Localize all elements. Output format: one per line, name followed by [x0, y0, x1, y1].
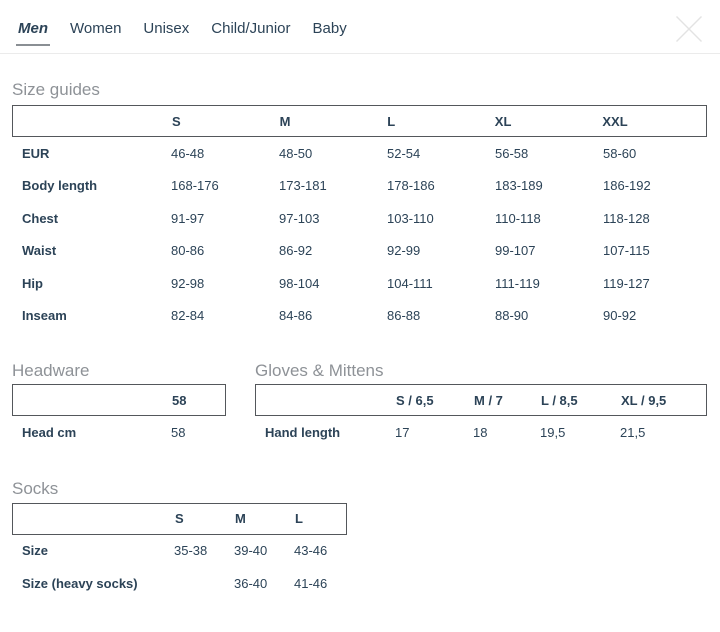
table-cell: 41-46 — [290, 576, 347, 591]
table-cell: 178-186 — [383, 178, 491, 193]
table-cell: 84-86 — [275, 308, 383, 323]
table-cell: 43-46 — [290, 543, 347, 558]
table-cell: 90-92 — [599, 308, 707, 323]
table-cell: 56-58 — [491, 146, 599, 161]
table-cell: 168-176 — [167, 178, 275, 193]
column-header: L — [383, 114, 491, 129]
table-row: Chest91-9797-103103-110110-118118-128 — [12, 202, 707, 235]
section-title-socks: Socks — [12, 480, 707, 498]
section-title-gloves: Gloves & Mittens — [255, 362, 707, 380]
table-cell: 186-192 — [599, 178, 707, 193]
column-header: M / 7 — [470, 393, 537, 408]
table-cell: 88-90 — [491, 308, 599, 323]
row-label: Size (heavy socks) — [12, 576, 170, 591]
table-row: Size (heavy socks) 36-4041-46 — [12, 567, 347, 600]
section-title-size-guides: Size guides — [12, 81, 707, 99]
table-cell: 36-40 — [230, 576, 290, 591]
table-header-row: 58 — [12, 384, 226, 416]
row-label: Inseam — [12, 308, 167, 323]
section-title-headware: Headware — [12, 362, 226, 380]
column-header: XL / 9,5 — [617, 393, 706, 408]
table-header-row: SML — [12, 503, 347, 535]
close-x-icon — [675, 15, 703, 43]
table-cell: 103-110 — [383, 211, 491, 226]
table-cell: 111-119 — [491, 276, 599, 291]
row-label: Chest — [12, 211, 167, 226]
row-label: Head cm — [12, 425, 167, 440]
table-cell: 183-189 — [491, 178, 599, 193]
gloves-section: Gloves & Mittens S / 6,5M / 7L / 8,5XL /… — [255, 332, 707, 449]
table-cell: 39-40 — [230, 543, 290, 558]
column-header: M — [276, 114, 384, 129]
table-cell: 92-98 — [167, 276, 275, 291]
row-label: Body length — [12, 178, 167, 193]
table-cell: 118-128 — [599, 211, 707, 226]
table-cell: 17 — [391, 425, 469, 440]
table-cell: 107-115 — [599, 243, 707, 258]
table-cell: 19,5 — [536, 425, 616, 440]
tab-child-junior[interactable]: Child/Junior — [209, 20, 292, 46]
table-cell: 86-92 — [275, 243, 383, 258]
row-label: EUR — [12, 146, 167, 161]
column-header: XXL — [598, 114, 706, 129]
table-cell: 21,5 — [616, 425, 707, 440]
size-guide-content: Size guides SMLXLXXLEUR46-4848-5052-5456… — [0, 81, 720, 600]
tab-unisex[interactable]: Unisex — [141, 20, 191, 46]
table-cell: 46-48 — [167, 146, 275, 161]
table-cell: 91-97 — [167, 211, 275, 226]
headware-table: 58Head cm58 — [12, 384, 226, 449]
table-header-row: S / 6,5M / 7L / 8,5XL / 9,5 — [255, 384, 707, 416]
headware-section: Headware 58Head cm58 — [12, 332, 226, 449]
table-cell: 86-88 — [383, 308, 491, 323]
tab-women[interactable]: Women — [68, 20, 123, 46]
table-row: Hip92-9898-104104-111111-119119-127 — [12, 267, 707, 300]
table-cell: 99-107 — [491, 243, 599, 258]
table-cell: 80-86 — [167, 243, 275, 258]
table-cell: 97-103 — [275, 211, 383, 226]
gloves-mittens-table: S / 6,5M / 7L / 8,5XL / 9,5Hand length17… — [255, 384, 707, 449]
table-row: Size35-3839-4043-46 — [12, 535, 347, 568]
table-row: Inseam82-8484-8686-8888-9090-92 — [12, 300, 707, 333]
column-header: 58 — [168, 393, 225, 408]
table-cell: 52-54 — [383, 146, 491, 161]
column-header: S — [168, 114, 276, 129]
column-header: L — [291, 511, 346, 526]
row-label: Hand length — [255, 425, 391, 440]
table-cell: 173-181 — [275, 178, 383, 193]
table-row: Waist80-8686-9292-9999-107107-115 — [12, 235, 707, 268]
table-row: EUR46-4848-5052-5456-5858-60 — [12, 137, 707, 170]
column-header: L / 8,5 — [537, 393, 617, 408]
size-guides-table: SMLXLXXLEUR46-4848-5052-5456-5858-60Body… — [12, 105, 707, 332]
table-cell: 58 — [167, 425, 226, 440]
row-label: Size — [12, 543, 170, 558]
tab-baby[interactable]: Baby — [311, 20, 349, 46]
column-header: M — [231, 511, 291, 526]
table-cell: 110-118 — [491, 211, 599, 226]
size-guide-tabbar: Men Women Unisex Child/Junior Baby — [0, 0, 720, 54]
table-row: Head cm58 — [12, 416, 226, 449]
table-cell: 119-127 — [599, 276, 707, 291]
table-cell: 104-111 — [383, 276, 491, 291]
table-header-row: SMLXLXXL — [12, 105, 707, 137]
row-label: Hip — [12, 276, 167, 291]
table-row: Body length168-176173-181178-186183-1891… — [12, 170, 707, 203]
row-label: Waist — [12, 243, 167, 258]
table-cell: 82-84 — [167, 308, 275, 323]
column-header: S — [171, 511, 231, 526]
column-header: S / 6,5 — [392, 393, 470, 408]
headware-gloves-row: Headware 58Head cm58 Gloves & Mittens S … — [12, 332, 707, 449]
table-cell: 18 — [469, 425, 536, 440]
table-cell: 35-38 — [170, 543, 230, 558]
table-cell: 48-50 — [275, 146, 383, 161]
table-cell: 92-99 — [383, 243, 491, 258]
column-header: XL — [491, 114, 599, 129]
table-row: Hand length171819,521,5 — [255, 416, 707, 449]
table-cell: 98-104 — [275, 276, 383, 291]
socks-table: SMLSize35-3839-4043-46Size (heavy socks)… — [12, 503, 347, 600]
close-button[interactable] — [675, 15, 703, 43]
tab-men[interactable]: Men — [16, 20, 50, 46]
table-cell: 58-60 — [599, 146, 707, 161]
